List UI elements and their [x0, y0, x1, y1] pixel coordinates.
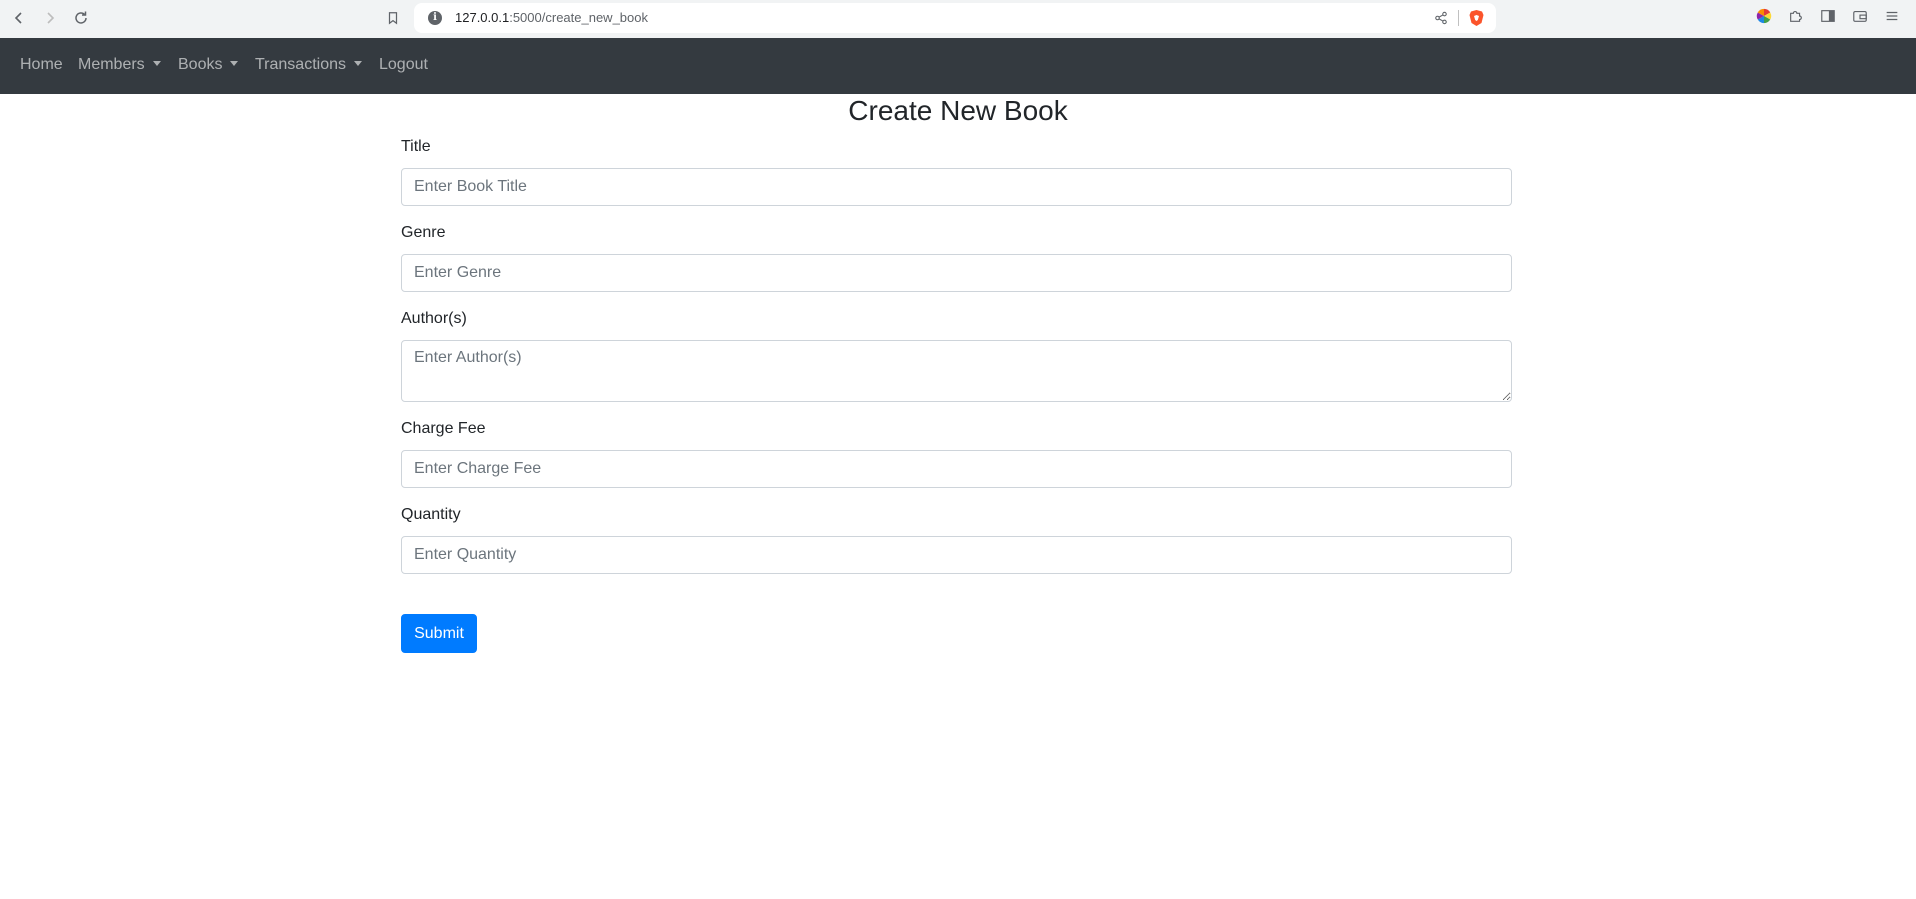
- caret-down-icon: [152, 61, 161, 66]
- nav-home-link[interactable]: Home: [20, 56, 63, 74]
- brave-shield-icon[interactable]: [1468, 9, 1485, 27]
- nav-members-dropdown[interactable]: Members: [78, 56, 161, 74]
- puzzle-icon[interactable]: [1788, 8, 1806, 26]
- main-navbar: Home Members Books Transactions Logout: [0, 38, 1916, 94]
- sidebar-icon[interactable]: [1820, 8, 1838, 26]
- url-host: 127.0.0.1: [455, 10, 510, 25]
- site-info-icon[interactable]: i: [428, 11, 442, 25]
- nav-members-label: Members: [78, 56, 145, 73]
- menu-icon[interactable]: [1884, 8, 1902, 26]
- address-divider: [1458, 10, 1459, 26]
- page-title: Create New Book: [848, 95, 1068, 126]
- share-icon[interactable]: [1434, 11, 1450, 27]
- caret-down-icon: [354, 61, 362, 66]
- nav-logout-link[interactable]: Logout: [379, 56, 428, 74]
- color-wheel-icon[interactable]: [1756, 8, 1774, 26]
- nav-transactions-label: Transactions: [255, 56, 346, 73]
- bookmark-icon[interactable]: [380, 5, 406, 31]
- forward-icon[interactable]: [37, 5, 63, 31]
- url-path: :5000/create_new_book: [509, 10, 648, 25]
- genre-label: Genre: [401, 224, 446, 241]
- title-label: Title: [401, 138, 431, 155]
- quantity-label: Quantity: [401, 506, 461, 523]
- authors-textarea[interactable]: [401, 340, 1512, 402]
- submit-button[interactable]: Submit: [401, 614, 477, 653]
- nav-books-label: Books: [178, 56, 223, 73]
- nav-transactions-dropdown[interactable]: Transactions: [255, 56, 362, 74]
- address-bar[interactable]: i 127.0.0.1:5000/create_new_book: [414, 3, 1496, 33]
- nav-books-dropdown[interactable]: Books: [178, 56, 239, 74]
- browser-toolbar: i 127.0.0.1:5000/create_new_book: [0, 0, 1916, 38]
- quantity-input[interactable]: [401, 536, 1512, 574]
- back-icon[interactable]: [6, 5, 32, 31]
- wallet-icon[interactable]: [1852, 8, 1870, 26]
- title-input[interactable]: [401, 168, 1512, 206]
- charge-fee-label: Charge Fee: [401, 420, 486, 437]
- genre-input[interactable]: [401, 254, 1512, 292]
- url-text[interactable]: 127.0.0.1:5000/create_new_book: [455, 10, 648, 25]
- reload-icon[interactable]: [68, 5, 94, 31]
- authors-label: Author(s): [401, 310, 467, 327]
- caret-down-icon: [230, 61, 239, 66]
- charge-fee-input[interactable]: [401, 450, 1512, 488]
